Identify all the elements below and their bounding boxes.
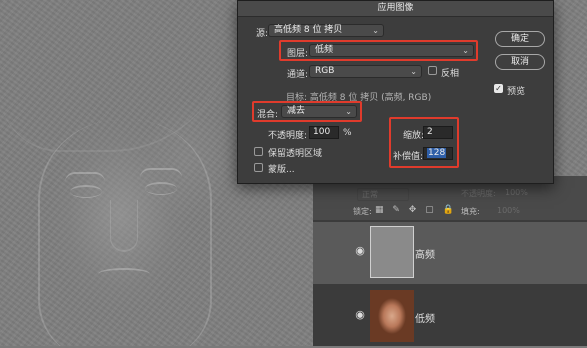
layer-thumbnail [370, 290, 414, 342]
channel-label: 通道: [287, 70, 309, 80]
highlight-layer [279, 40, 478, 61]
invert-label: 反相 [441, 69, 460, 79]
channel-dropdown[interactable]: RGB ⌄ [309, 65, 422, 78]
mask-label: 蒙版... [268, 165, 295, 175]
opacity-unit: % [343, 128, 352, 138]
mouth [98, 268, 150, 280]
hair-strands [0, 0, 230, 152]
chevron-down-icon: ⌄ [372, 26, 379, 35]
channel-value: RGB [315, 66, 335, 76]
layer-thumbnail [370, 226, 414, 278]
opacity-label: 不透明度: [268, 131, 308, 141]
layer-row-low-frequency[interactable]: ◉ 低频 [313, 286, 587, 348]
preserve-transparency-checkbox[interactable] [254, 147, 263, 156]
preview-checkbox[interactable]: ✓ [494, 84, 503, 93]
chevron-down-icon: ⌄ [410, 67, 417, 76]
nose [110, 200, 138, 252]
eye-right [145, 182, 177, 195]
invert-checkbox[interactable] [428, 66, 437, 75]
mask-checkbox[interactable] [254, 163, 263, 172]
source-dropdown[interactable]: 高低频 8 位 拷贝 ⌄ [268, 24, 384, 37]
layer-opacity-value[interactable]: 100% [505, 188, 528, 197]
ok-button[interactable]: 确定 [495, 31, 545, 47]
layer-name[interactable]: 高频 [415, 246, 435, 261]
eyebrow-left [65, 172, 105, 182]
layer-opacity-label: 不透明度: [461, 189, 496, 198]
eye-icon[interactable]: ◉ [353, 245, 367, 256]
eyebrow-right [140, 168, 182, 178]
dialog-title: 应用图像 [238, 1, 553, 17]
lock-label: 锁定: [353, 207, 372, 216]
preserve-transparency-label: 保留透明区域 [268, 149, 323, 159]
layers-list: ◉ 高频 ◉ 低频 [313, 220, 587, 346]
eye-icon[interactable]: ◉ [353, 309, 367, 320]
lock-icons[interactable]: ▦ ✎ ✥ ▢ 🔒 [375, 205, 457, 215]
cancel-button[interactable]: 取消 [495, 54, 545, 70]
source-label: 源: [256, 29, 269, 39]
fill-value[interactable]: 100% [497, 206, 520, 215]
highlight-scale-offset [389, 117, 459, 168]
eye-left [70, 185, 102, 198]
opacity-input[interactable]: 100 [309, 126, 339, 139]
layer-row-high-frequency[interactable]: ◉ 高频 [313, 222, 587, 284]
source-value: 高低频 8 位 拷贝 [274, 25, 343, 35]
layer-name[interactable]: 低频 [415, 310, 435, 325]
fill-label: 填充: [461, 207, 480, 216]
blend-mode-dropdown[interactable]: 正常 [357, 188, 409, 201]
preview-label: 预览 [507, 87, 526, 97]
highlight-blending [252, 101, 362, 122]
layers-panel: 正常 不透明度: 100% 锁定: ▦ ✎ ✥ ▢ 🔒 填充: 100% ◉ 高… [313, 176, 587, 346]
apply-image-dialog: 应用图像 源: 高低频 8 位 拷贝 ⌄ 图层: 低频 ⌄ 通道: RGB ⌄ … [237, 0, 554, 184]
